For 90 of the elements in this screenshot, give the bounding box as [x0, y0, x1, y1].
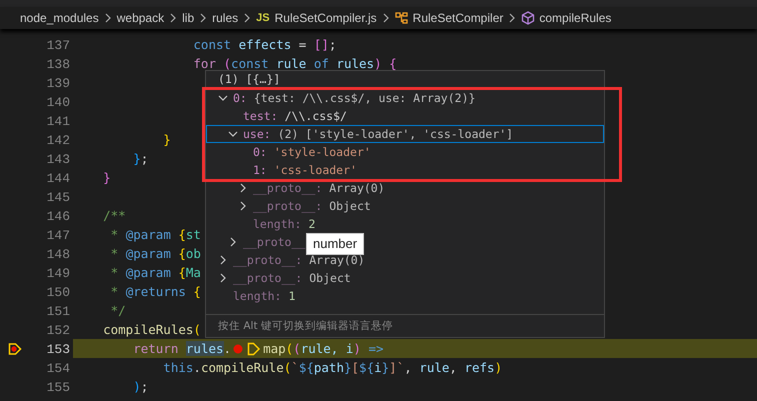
code-text: }	[162, 131, 171, 149]
line-number: 150	[46, 285, 71, 300]
property-value: Array(0)	[309, 252, 365, 269]
code-text: for (const rule of rules) {	[192, 55, 397, 73]
tree-row[interactable]: 1: 'css-loader'	[206, 161, 358, 179]
hover-hint: 按住 Alt 键可切换到编辑器语言悬停	[206, 314, 604, 337]
code-text: /**	[102, 207, 126, 225]
tree-row[interactable]: length: 2	[206, 215, 316, 233]
chevron-icon	[508, 13, 516, 23]
property-name: 0:	[233, 90, 247, 107]
chevron-icon	[243, 13, 252, 23]
property-name: __proto__:	[253, 198, 322, 215]
line-number: 147	[46, 228, 71, 243]
code-text: * @param {st	[110, 226, 201, 244]
tree-row[interactable]: length: 1	[206, 287, 296, 305]
chevron-icon	[199, 13, 208, 23]
breadcrumb-item[interactable]: node_modules	[20, 11, 99, 25]
breadcrumb-item[interactable]: lib	[182, 11, 194, 25]
tree-row[interactable]: __proto__: Object	[206, 269, 352, 287]
property-value: Array(0)	[329, 180, 385, 197]
code-text: return rules.	[132, 340, 232, 358]
code-text: * @returns {	[110, 283, 201, 301]
breadcrumb-item[interactable]: compileRules	[539, 11, 612, 25]
property-name: 1:	[253, 162, 267, 179]
type-tooltip: number	[306, 233, 364, 255]
line-number: 145	[46, 190, 71, 205]
property-name: 0:	[253, 144, 267, 161]
chevron-icon	[382, 13, 390, 23]
line-number: 149	[46, 266, 71, 281]
property-value: {test: /\\.css$/, use: Array(2)}	[254, 90, 476, 107]
class-icon	[394, 11, 409, 25]
breadcrumb-item[interactable]: RuleSetCompiler	[412, 11, 504, 25]
step-arrow-icon[interactable]	[247, 342, 262, 356]
property-value: Object	[309, 270, 351, 287]
property-value: 1	[288, 288, 296, 305]
tree-row[interactable]: test: /\\.css$/	[206, 107, 348, 125]
tree-row[interactable]: use: (2) ['style-loader', 'css-loader']	[206, 125, 604, 143]
line-number: 143	[46, 152, 71, 167]
breakpoint-dot-icon[interactable]	[233, 344, 244, 354]
property-name: __proto__:	[253, 180, 322, 197]
hover-header: (1) [{…}]	[217, 71, 282, 88]
chevron-icon	[104, 13, 112, 23]
breakpoint-arrow-icon	[8, 342, 22, 356]
property-name: use:	[243, 126, 271, 143]
file-type-icon: JS	[256, 12, 270, 24]
code-text: */	[110, 302, 126, 320]
property-value: /\\.css$/	[284, 108, 347, 125]
code-text: };	[132, 150, 148, 168]
line-number: 152	[46, 323, 71, 338]
line-number: 146	[46, 209, 71, 224]
breadcrumb-item[interactable]: webpack	[116, 11, 164, 25]
line-number: 141	[46, 114, 71, 129]
code-text: const effects = [];	[192, 36, 336, 54]
line-number: 137	[46, 38, 71, 53]
tree-row[interactable]: 0: {test: /\\.css$/, use: Array(2)}	[206, 89, 476, 107]
code-text: }	[102, 169, 111, 187]
cube-icon	[521, 11, 536, 25]
property-name: __proto__	[243, 234, 306, 251]
property-name: length:	[233, 288, 282, 305]
code-text: map((rule, i) =>	[263, 340, 384, 358]
line-number: 144	[46, 171, 71, 186]
property-name: __proto__:	[233, 270, 302, 287]
breadcrumb-item[interactable]: rules	[212, 11, 238, 25]
line-number: 139	[46, 76, 71, 91]
code-text: );	[132, 378, 148, 396]
code-text: compileRules(	[102, 321, 201, 339]
property-value: 'css-loader'	[274, 162, 357, 179]
property-value: (2) ['style-loader', 'css-loader']	[278, 126, 514, 143]
line-number: 151	[46, 304, 71, 319]
property-value: Object	[329, 198, 371, 215]
tree-row[interactable]: 0: 'style-loader'	[206, 143, 372, 161]
tree-row[interactable]: __proto__: Array(0)	[206, 179, 386, 197]
breadcrumb-item[interactable]: RuleSetCompiler.js	[274, 11, 377, 25]
code-text: * @param {ob	[110, 245, 201, 263]
property-value: 2	[308, 216, 316, 233]
line-number: 138	[46, 57, 71, 72]
tree-row[interactable]: __proto__: Object	[206, 197, 372, 215]
property-name: test:	[243, 108, 278, 125]
property-value: 'style-loader'	[274, 144, 371, 161]
line-number: 153	[46, 342, 71, 357]
code-text: this.compileRule(`${path}[${i}]`, rule, refs)	[162, 359, 502, 377]
property-name: length:	[253, 216, 302, 233]
line-number: 142	[46, 133, 71, 148]
line-number: 155	[46, 380, 71, 395]
chevron-icon	[169, 13, 178, 23]
property-name: __proto__:	[233, 252, 302, 269]
line-number: 140	[46, 95, 71, 110]
line-number: 154	[46, 361, 71, 376]
line-number: 148	[46, 247, 71, 262]
code-text: * @param {Ma	[110, 264, 201, 282]
